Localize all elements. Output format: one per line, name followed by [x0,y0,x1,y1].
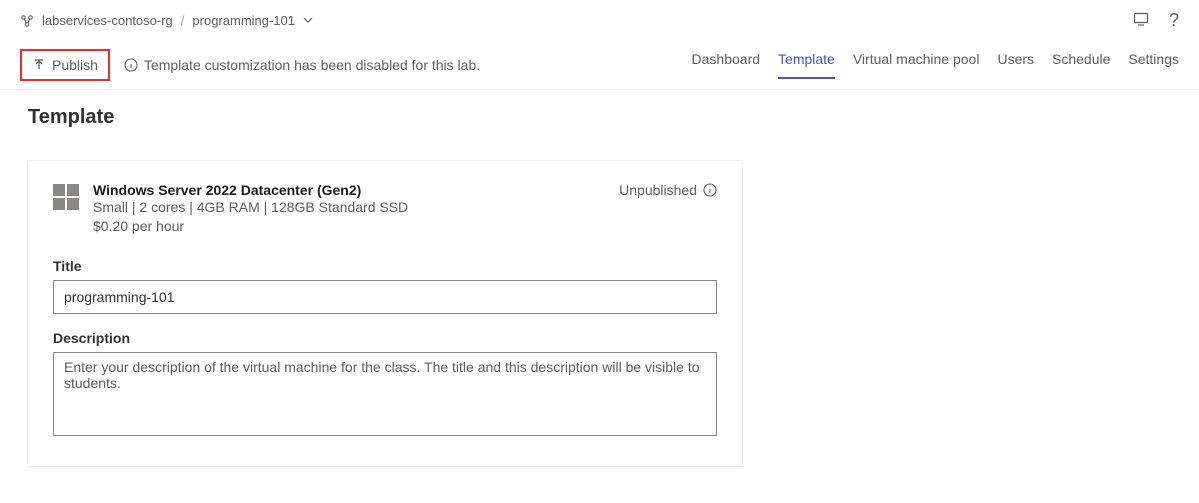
card-header: Windows Server 2022 Datacenter (Gen2) Sm… [53,182,717,236]
title-input[interactable] [53,280,717,314]
breadcrumb-current[interactable]: programming-101 [192,13,295,28]
monitor-icon[interactable] [1133,11,1149,30]
toolbar-left: Publish Template customization has been … [20,49,480,81]
page-content: Template Windows Server 2022 Datacenter … [0,90,1199,482]
breadcrumb-separator: / [181,13,185,28]
publish-label: Publish [52,57,98,73]
template-card: Windows Server 2022 Datacenter (Gen2) Sm… [28,161,742,466]
publish-button[interactable]: Publish [20,49,110,81]
description-label: Description [53,330,717,346]
breadcrumb-actions: ? [1133,10,1179,31]
tab-template[interactable]: Template [778,51,835,79]
breadcrumb-root[interactable]: labservices-contoso-rg [42,13,173,28]
toolbar: Publish Template customization has been … [0,41,1199,90]
tab-settings[interactable]: Settings [1128,51,1179,79]
info-text: Template customization has been disabled… [144,57,480,73]
tab-users[interactable]: Users [997,51,1034,79]
description-field: Description [53,330,717,439]
vm-price: $0.20 per hour [93,217,408,236]
status-text: Unpublished [619,182,697,198]
tab-vm-pool[interactable]: Virtual machine pool [853,51,980,79]
vm-details: Windows Server 2022 Datacenter (Gen2) Sm… [93,182,408,236]
breadcrumb: labservices-contoso-rg / programming-101… [0,0,1199,41]
status-badge: Unpublished [619,182,717,198]
tab-schedule[interactable]: Schedule [1052,51,1110,79]
org-icon [20,14,34,28]
info-message: Template customization has been disabled… [124,57,480,73]
tabs: Dashboard Template Virtual machine pool … [692,51,1179,79]
description-input[interactable] [53,352,717,436]
tab-dashboard[interactable]: Dashboard [692,51,761,79]
vm-name: Windows Server 2022 Datacenter (Gen2) [93,182,408,198]
title-label: Title [53,258,717,274]
vm-info: Windows Server 2022 Datacenter (Gen2) Sm… [53,182,408,236]
page-title: Template [28,106,1171,129]
info-icon [124,58,138,72]
breadcrumb-path: labservices-contoso-rg / programming-101 [20,13,313,28]
info-icon[interactable] [703,183,717,197]
title-field: Title [53,258,717,314]
vm-spec: Small | 2 cores | 4GB RAM | 128GB Standa… [93,198,408,217]
help-icon[interactable]: ? [1169,10,1179,31]
chevron-down-icon[interactable] [303,13,313,28]
windows-icon [53,184,79,210]
